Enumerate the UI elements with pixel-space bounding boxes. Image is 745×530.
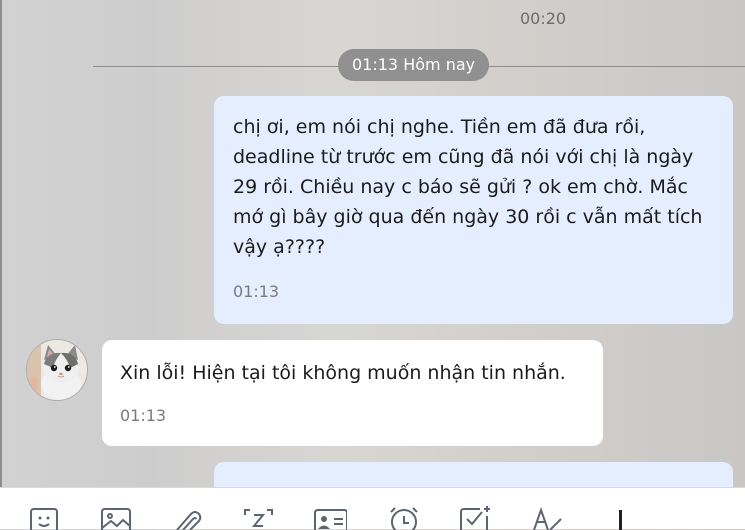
avatar-image: [27, 340, 87, 400]
outgoing-message-bubble-partial[interactable]: [214, 462, 733, 487]
kitten-avatar[interactable]: [26, 339, 88, 401]
reminder-clock-icon[interactable]: [386, 506, 420, 530]
task-checkbox-icon[interactable]: [458, 506, 492, 530]
text-format-icon[interactable]: [530, 506, 564, 530]
composer-toolbar: [0, 487, 745, 530]
sticker-icon[interactable]: [28, 506, 62, 530]
more-options-icon[interactable]: [603, 506, 637, 530]
contact-card-icon[interactable]: [313, 506, 347, 530]
image-icon[interactable]: [99, 506, 133, 530]
previous-message-time: 00:20: [520, 9, 567, 28]
date-divider-label: 01:13 Hôm nay: [338, 49, 490, 81]
screenshot-icon[interactable]: [242, 506, 276, 530]
incoming-message-bubble[interactable]: Xin lỗi! Hiện tại tôi không muốn nhận ti…: [102, 340, 603, 446]
chat-message-area[interactable]: 00:20 01:13 Hôm nay chị ơi, em nói chị n…: [0, 0, 745, 487]
message-text: Xin lỗi! Hiện tại tôi không muốn nhận ti…: [120, 362, 566, 384]
attachment-icon[interactable]: [171, 506, 205, 530]
outgoing-message-bubble[interactable]: chị ơi, em nói chị nghe. Tiền em đã đưa …: [214, 96, 733, 324]
message-text: chị ơi, em nói chị nghe. Tiền em đã đưa …: [233, 116, 703, 258]
message-time: 01:13: [120, 406, 167, 425]
message-time: 01:13: [233, 282, 280, 301]
